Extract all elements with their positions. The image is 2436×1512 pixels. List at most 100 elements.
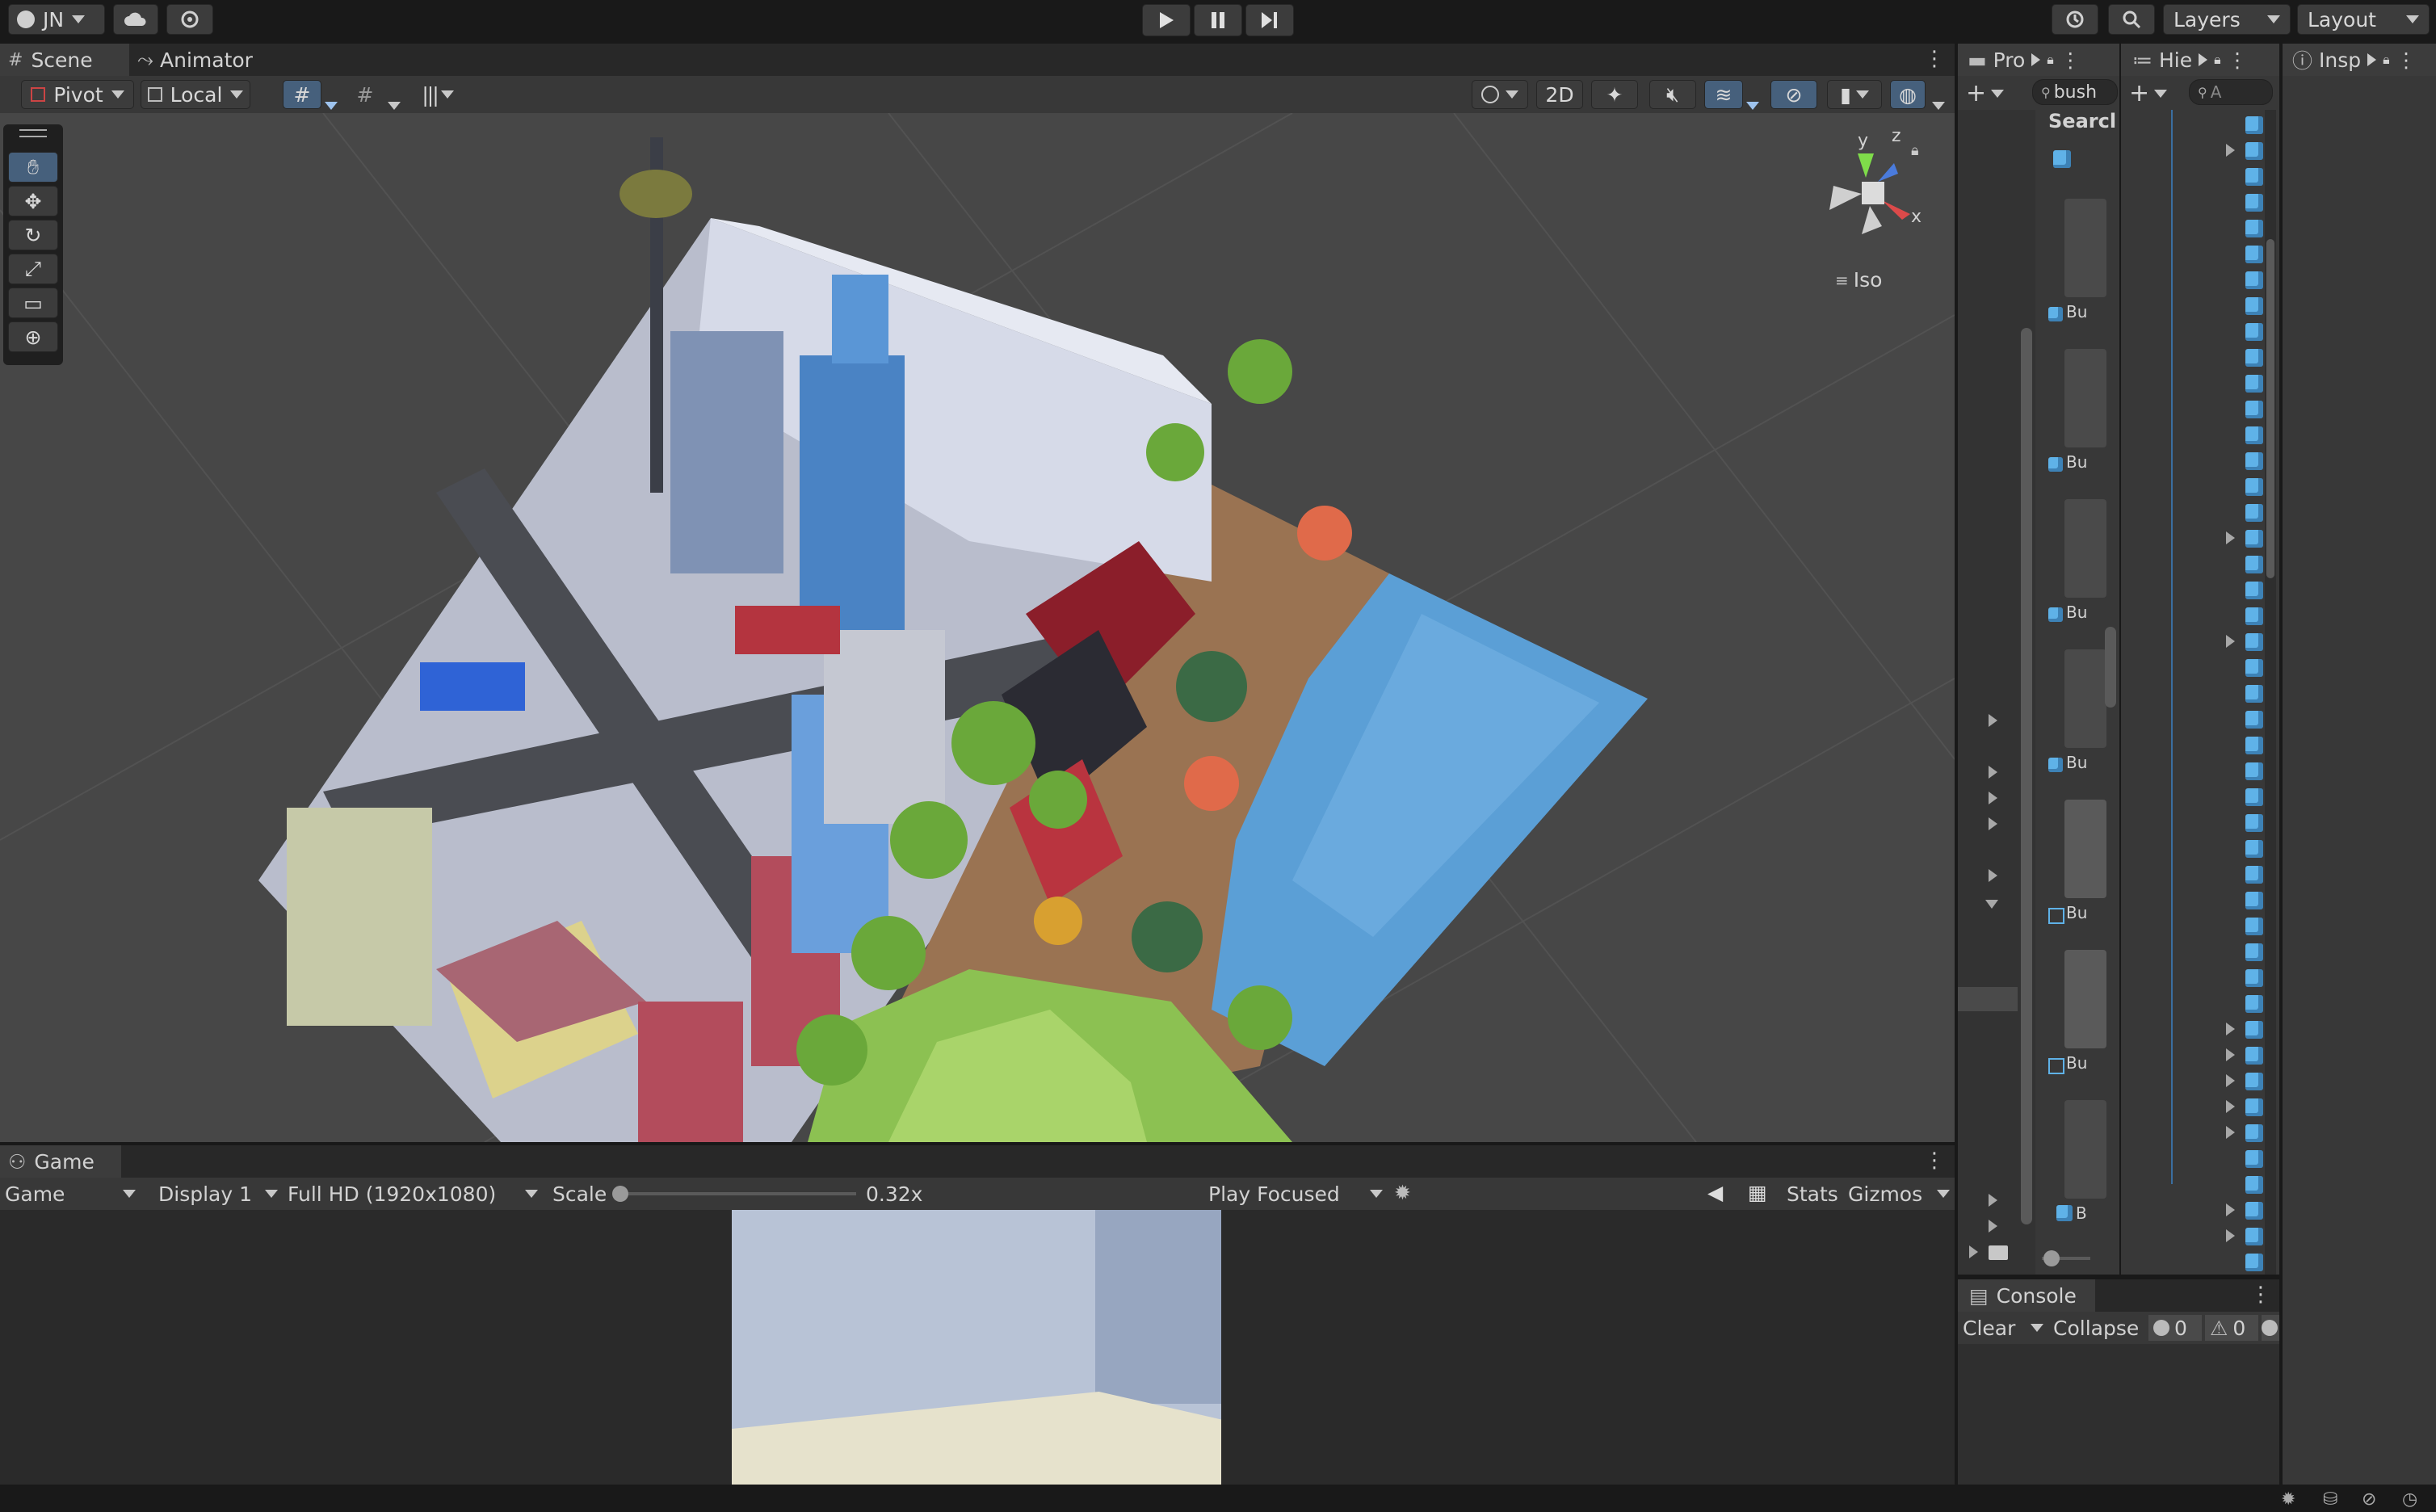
folder-tree[interactable] <box>1958 110 2035 1275</box>
hierarchy-scrollbar[interactable] <box>2265 110 2276 1275</box>
hierarchy-row[interactable] <box>2166 1173 2263 1197</box>
thumbnail-size-handle[interactable] <box>2043 1250 2060 1266</box>
expand-arrow-icon[interactable] <box>2226 635 2235 648</box>
scale-tool-button[interactable]: ⤢ <box>8 254 58 284</box>
hierarchy-row[interactable] <box>2166 113 2263 137</box>
scale-slider[interactable] <box>612 1186 856 1202</box>
scene-viewport[interactable]: ✋︎ ✥ ↻ ⤢ ▭ ⊕ y z x 🔒︎ ≡ Iso <box>0 113 1955 1142</box>
create-button[interactable]: + <box>1966 79 2005 107</box>
hierarchy-row[interactable] <box>2166 501 2263 525</box>
expand-arrow-icon[interactable] <box>2226 1203 2235 1216</box>
expand-arrow-icon[interactable] <box>1989 792 1997 804</box>
hierarchy-row[interactable] <box>2166 966 2263 990</box>
hierarchy-row[interactable] <box>2166 294 2263 318</box>
step-button[interactable] <box>1245 4 1294 36</box>
collapse-arrow-icon[interactable] <box>1985 900 1998 909</box>
gizmos-toggle[interactable]: ◍ <box>1890 80 1926 109</box>
resolution-dropdown[interactable]: Full HD (1920x1080) <box>288 1181 538 1207</box>
hierarchy-row[interactable] <box>2166 888 2263 913</box>
debug-icon[interactable]: ✹ <box>2281 1489 2295 1510</box>
hierarchy-row[interactable] <box>2166 1199 2263 1223</box>
hierarchy-row[interactable] <box>2166 837 2263 861</box>
chevron-down-icon[interactable] <box>388 91 401 115</box>
layout-dropdown[interactable]: Layout <box>2297 4 2430 35</box>
expand-arrow-icon[interactable] <box>2226 1074 2235 1087</box>
camera-dropdown[interactable]: ▮ <box>1827 80 1882 109</box>
hierarchy-row[interactable] <box>2166 216 2263 241</box>
hierarchy-row[interactable] <box>2166 475 2263 499</box>
move-tool-button[interactable]: ✥ <box>8 186 58 216</box>
projection-toggle[interactable]: ≡ Iso <box>1835 268 1882 292</box>
expand-arrow-icon[interactable] <box>2226 144 2235 157</box>
hierarchy-tree[interactable] <box>2121 110 2279 1275</box>
lock-icon[interactable]: 🔒︎ <box>2047 52 2054 68</box>
hierarchy-row[interactable] <box>2166 811 2263 835</box>
tab-game[interactable]: ⚇ Game <box>0 1145 121 1178</box>
local-dropdown[interactable]: Local <box>141 80 250 109</box>
expand-arrow-icon[interactable] <box>2226 1100 2235 1113</box>
stats-button[interactable]: Stats <box>1787 1181 1846 1207</box>
hierarchy-row[interactable] <box>2166 552 2263 577</box>
expand-arrow-icon[interactable] <box>1989 817 1997 830</box>
game-view-dropdown[interactable]: Game <box>5 1181 142 1207</box>
hierarchy-row[interactable] <box>2166 165 2263 189</box>
hierarchy-row[interactable] <box>2166 682 2263 706</box>
pause-button[interactable] <box>1194 4 1242 36</box>
tab-scene[interactable]: # Scene <box>0 44 129 76</box>
chevron-down-icon[interactable] <box>1932 91 1945 115</box>
clear-dropdown[interactable]: Clear <box>1963 1315 2043 1341</box>
hierarchy-row[interactable] <box>2166 1069 2263 1094</box>
play-mode-dropdown[interactable]: Play Focused <box>1208 1181 1383 1207</box>
create-button[interactable]: + <box>2129 79 2168 107</box>
more-options-icon[interactable]: ⋮ <box>1924 47 1945 71</box>
hierarchy-search-input[interactable]: ⚲ A <box>2189 79 2273 105</box>
undo-history-button[interactable] <box>2052 4 2098 35</box>
hierarchy-row[interactable] <box>2166 320 2263 344</box>
hierarchy-row[interactable] <box>2166 733 2263 758</box>
scrollbar-thumb[interactable] <box>2266 239 2274 578</box>
asset-item[interactable]: Bu <box>2048 800 2113 929</box>
keyboard-icon[interactable]: ▦ <box>1748 1181 1767 1204</box>
rect-tool-button[interactable]: ▭ <box>8 288 58 318</box>
increment-snap-toggle[interactable]: # <box>346 80 384 109</box>
expand-arrow-icon[interactable] <box>2226 1229 2235 1242</box>
scale-slider-handle[interactable] <box>612 1186 628 1202</box>
asset-item[interactable]: Bu <box>2048 349 2113 478</box>
hierarchy-row[interactable] <box>2166 449 2263 473</box>
hierarchy-row[interactable] <box>2166 578 2263 603</box>
hierarchy-row[interactable] <box>2166 1224 2263 1249</box>
hierarchy-row[interactable] <box>2166 992 2263 1016</box>
hierarchy-row[interactable] <box>2166 423 2263 447</box>
more-options-icon[interactable]: ⋮ <box>2060 48 2081 72</box>
expand-arrow-icon[interactable] <box>1989 714 1997 727</box>
hierarchy-row[interactable] <box>2166 630 2263 654</box>
play-button[interactable] <box>1142 4 1191 36</box>
more-options-icon[interactable]: ⋮ <box>2228 48 2248 72</box>
rotate-tool-button[interactable]: ↻ <box>8 220 58 250</box>
hierarchy-row[interactable] <box>2166 397 2263 422</box>
drag-handle[interactable] <box>19 129 47 137</box>
bug-icon[interactable]: ✹ <box>1394 1181 1411 1204</box>
hierarchy-row[interactable] <box>2166 1147 2263 1171</box>
expand-arrow-icon[interactable] <box>1989 869 1997 882</box>
hierarchy-row[interactable] <box>2166 1095 2263 1119</box>
tab-inspector[interactable]: ⓘ Insp 🔒︎ ⋮ <box>2283 44 2436 76</box>
grid-snap-toggle[interactable]: # <box>283 80 321 109</box>
cache-server-icon[interactable]: ⛁ <box>2323 1489 2337 1510</box>
hierarchy-row[interactable] <box>2166 346 2263 370</box>
settings-button[interactable] <box>166 4 213 35</box>
asset-item[interactable]: Bu <box>2048 199 2113 328</box>
auto-generate-lighting-icon[interactable]: ⊘ <box>2362 1489 2376 1510</box>
lighting-toggle[interactable]: ✦ <box>1591 80 1638 109</box>
asset-item[interactable]: B <box>2048 1100 2113 1229</box>
pivot-dropdown[interactable]: Pivot <box>21 80 134 109</box>
hierarchy-row[interactable] <box>2166 1044 2263 1068</box>
thumbnail-size-slider[interactable] <box>2042 1250 2090 1266</box>
asset-item[interactable]: Bu <box>2048 499 2113 628</box>
display-dropdown[interactable]: Display 1 <box>158 1181 278 1207</box>
tab-project[interactable]: ▬ Pro 🔒︎ ⋮ <box>1958 44 2119 76</box>
collapse-toggle[interactable]: Collapse <box>2053 1315 2139 1341</box>
selected-folder-row[interactable] <box>1958 987 2018 1011</box>
search-button[interactable] <box>2108 4 2155 35</box>
hierarchy-row[interactable] <box>2166 268 2263 292</box>
